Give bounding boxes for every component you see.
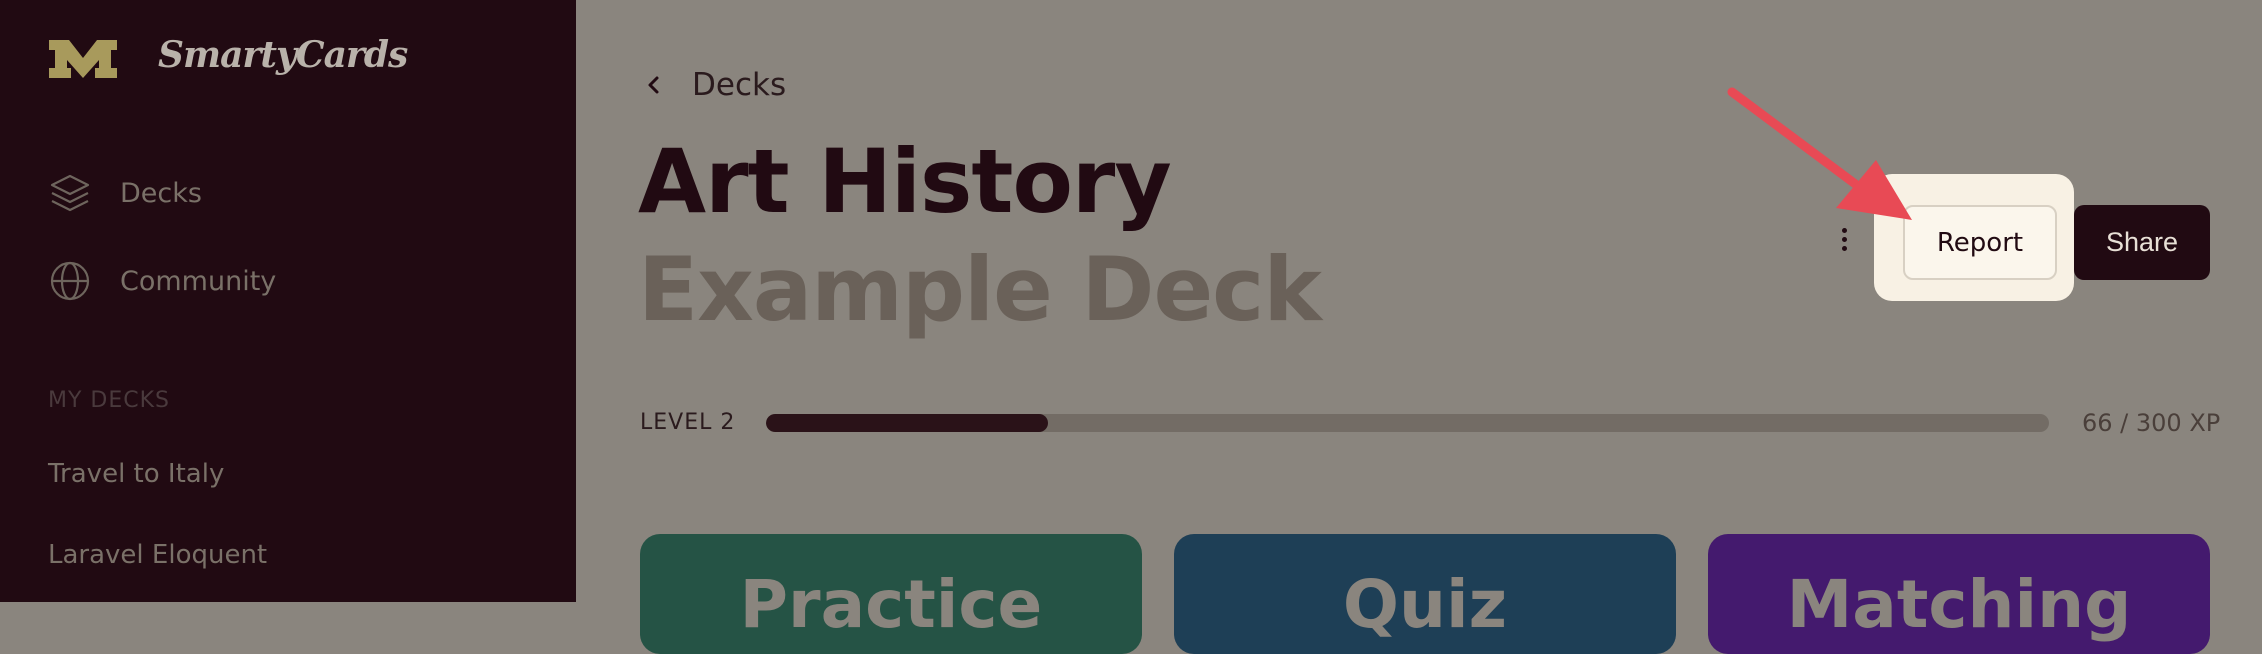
breadcrumb-label: Decks [692,67,787,103]
my-decks-heading: MY DECKS [48,388,171,413]
globe-icon [50,261,90,301]
practice-mode-card[interactable]: Practice [640,534,1142,654]
card-title: Quiz [1342,566,1508,643]
xp-progress-bar [766,414,2049,432]
quiz-mode-card[interactable]: Quiz [1174,534,1676,654]
sidebar-deck-link[interactable]: Laravel Eloquent [48,540,267,570]
card-title: Practice [739,566,1043,643]
sidebar-deck-link[interactable]: Travel to Italy [48,459,224,489]
breadcrumb[interactable]: Decks [640,67,786,103]
xp-progress-fill [766,414,1049,432]
sidebar-item-decks[interactable]: Decks [48,171,202,215]
report-button[interactable]: Report [1903,205,2057,280]
card-title: Matching [1786,566,2132,643]
share-button[interactable]: Share [2074,205,2210,280]
level-label: LEVEL 2 [640,410,736,435]
sidebar-item-label: Decks [120,177,202,209]
chevron-left-icon [648,76,659,94]
page-title: Art History [638,130,1172,233]
sidebar-item-community[interactable]: Community [48,259,276,303]
app-name[interactable]: SmartyCards [158,34,408,76]
sidebar-item-label: Community [120,265,277,297]
main-content: Decks Art History Example Deck Report Sh… [576,0,2262,654]
pointer-arrow-icon [1727,87,1912,220]
sidebar: SmartyCards Decks Community MY DECKS Tra… [0,0,576,602]
page-subtitle: Example Deck [638,238,1322,341]
logo-icon[interactable] [47,38,119,80]
xp-text: 66 / 300 XP [2082,409,2221,437]
layers-icon [50,174,90,212]
matching-mode-card[interactable]: Matching [1708,534,2210,654]
